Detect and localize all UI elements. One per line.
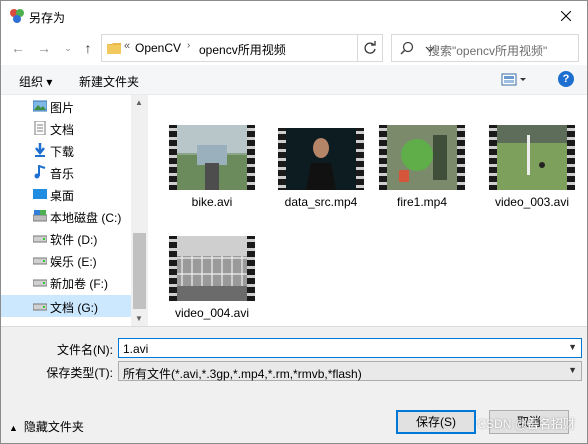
navigation-pane: 图片 文档 下载 音乐 桌面 本地磁盘 (C:) 软件 (D:) 娱乐 (E:)… [1, 95, 148, 326]
video-thumbnail [278, 128, 364, 190]
arrow-left-icon: ← [11, 40, 25, 56]
video-thumbnail [489, 125, 575, 190]
sidebar-item-label: 文档 (G:) [50, 301, 98, 315]
sidebar-item-label: 娱乐 (E:) [50, 255, 97, 269]
video-thumbnail [169, 236, 255, 301]
refresh-button[interactable] [357, 34, 383, 62]
video-thumbnail [379, 125, 465, 190]
breadcrumb-current[interactable]: opencv所用视频 [199, 41, 286, 58]
file-item-video-004[interactable]: video_004.avi [158, 236, 255, 332]
file-item-data-src[interactable]: data_src.mp4 [267, 125, 364, 221]
sidebar-item-label: 软件 (D:) [50, 233, 98, 247]
search-input[interactable]: 搜索"opencv所用视频" [391, 34, 579, 62]
organize-menu[interactable]: 组织 ▾ [19, 73, 52, 90]
sidebar-item-documents[interactable]: 文档 [1, 117, 131, 139]
back-button[interactable]: ← [9, 39, 27, 57]
file-name: fire1.mp4 [396, 195, 448, 209]
file-name: bike.avi [191, 195, 233, 209]
sidebar-item-drive-e[interactable]: 娱乐 (E:) [1, 249, 131, 271]
download-icon [35, 143, 45, 157]
filename-field[interactable]: 1.avi ▼ [118, 338, 582, 358]
sidebar-item-pictures[interactable]: 图片 [1, 95, 131, 117]
close-button[interactable] [551, 3, 581, 29]
sidebar-item-music[interactable]: 音乐 [1, 161, 131, 183]
search-icon [400, 41, 414, 55]
address-bar[interactable]: « OpenCV › opencv所用视频 [101, 34, 435, 62]
sidebar-item-drive-c[interactable]: 本地磁盘 (C:) [1, 205, 131, 227]
help-button[interactable]: ? [558, 71, 574, 87]
sidebar-item-downloads[interactable]: 下载 [1, 139, 131, 161]
new-folder-button[interactable]: 新建文件夹 [79, 73, 139, 90]
filename-label: 文件名(N): [57, 343, 113, 357]
refresh-icon [364, 41, 376, 54]
music-icon [34, 165, 46, 179]
documents-icon [34, 121, 46, 135]
drive-icon [33, 303, 47, 311]
scroll-down-icon[interactable]: ▼ [135, 314, 143, 323]
breadcrumb-overflow[interactable]: « [124, 40, 130, 52]
file-name: data_src.mp4 [284, 195, 358, 209]
arrow-up-icon: ↑ [84, 40, 92, 56]
chevron-down-icon[interactable]: ▼ [568, 342, 577, 352]
arrow-right-icon: → [37, 40, 51, 56]
pictures-icon [33, 100, 47, 112]
sidebar-item-desktop[interactable]: 桌面 [1, 183, 131, 205]
recent-locations-button[interactable]: ⌄ [59, 39, 77, 57]
sidebar-item-drive-d[interactable]: 软件 (D:) [1, 227, 131, 249]
filetype-select[interactable]: 所有文件(*.avi,*.3gp,*.mp4,*.rm,*rmvb,*flash… [118, 361, 582, 381]
sidebar-item-label: 桌面 [50, 189, 75, 203]
drive-icon [33, 210, 47, 222]
sidebar-scrollbar[interactable]: ▲ ▼ [131, 95, 148, 326]
file-name: video_004.avi [174, 306, 250, 320]
search-placeholder: 搜索"opencv所用视频" [428, 44, 548, 58]
drive-icon [33, 279, 47, 287]
toolbar: 组织 ▾ 新建文件夹 ? [1, 65, 587, 95]
app-icon [10, 9, 24, 23]
file-name: video_003.avi [494, 195, 570, 209]
drive-icon [33, 235, 47, 243]
sidebar-item-label: 本地磁盘 (C:) [50, 211, 122, 225]
breadcrumb-separator-icon[interactable]: › [187, 40, 190, 51]
chevron-up-icon: ▲ [9, 423, 18, 433]
title-bar: 另存为 [1, 1, 587, 31]
sidebar-item-label: 新加卷 (F:) [50, 277, 108, 291]
close-icon [561, 11, 571, 21]
video-thumbnail [169, 125, 255, 190]
desktop-icon [33, 189, 47, 199]
scroll-up-icon[interactable]: ▲ [135, 98, 143, 107]
hide-folders-label: 隐藏文件夹 [23, 420, 84, 434]
file-item-bike[interactable]: bike.avi [158, 125, 255, 221]
file-item-fire1[interactable]: fire1.mp4 [368, 125, 465, 221]
window-title: 另存为 [29, 11, 66, 25]
file-item-video-003[interactable]: video_003.avi [478, 125, 575, 221]
filetype-value: 所有文件(*.avi,*.3gp,*.mp4,*.rm,*rmvb,*flash… [123, 367, 362, 381]
hide-folders-toggle[interactable]: ▲ 隐藏文件夹 [9, 418, 84, 435]
sidebar-item-drive-g[interactable]: 文档 (G:) [1, 295, 131, 317]
forward-button[interactable]: → [35, 39, 53, 57]
sidebar-item-label: 下载 [50, 145, 75, 159]
save-button[interactable]: 保存(S) [396, 410, 476, 434]
watermark: CSDN @吾名招财 [477, 417, 575, 431]
file-list: bike.avi data_src.mp4 fire1.mp4 video_00… [149, 95, 587, 326]
folder-icon [107, 43, 121, 54]
save-as-dialog: 另存为 ← → ⌄ ↑ « OpenCV › opencv所用视频 搜索"ope… [0, 0, 588, 444]
chevron-down-icon[interactable]: ▼ [568, 365, 577, 375]
up-button[interactable]: ↑ [79, 39, 97, 57]
scrollbar-thumb[interactable] [133, 233, 146, 309]
sidebar-item-label: 音乐 [50, 167, 75, 181]
filetype-label: 保存类型(T): [46, 366, 113, 380]
sidebar-item-label: 图片 [50, 101, 75, 115]
sidebar-item-label: 文档 [50, 123, 75, 137]
chevron-down-icon: ⌄ [64, 42, 72, 53]
drive-icon [33, 257, 47, 265]
sidebar-item-drive-f[interactable]: 新加卷 (F:) [1, 271, 131, 293]
view-options-icon[interactable] [501, 72, 529, 88]
navigation-bar: ← → ⌄ ↑ « OpenCV › opencv所用视频 搜索"opencv所… [1, 31, 587, 65]
filename-value: 1.avi [123, 342, 149, 356]
breadcrumb-opencv[interactable]: OpenCV [135, 41, 181, 55]
